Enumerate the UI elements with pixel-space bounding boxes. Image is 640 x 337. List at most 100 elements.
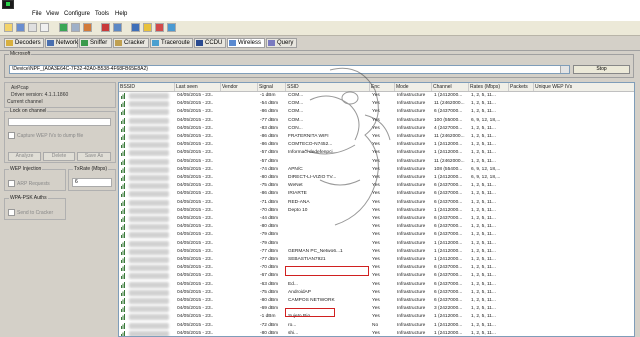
cell-ssid: COMTECO-N7452...	[288, 142, 333, 148]
arp-requests-option[interactable]: ARP Requests	[8, 180, 50, 187]
lock-icon[interactable]	[143, 23, 152, 32]
settings-icon[interactable]	[113, 23, 122, 32]
tab-network[interactable]: Network	[45, 38, 78, 48]
table-row[interactable]: 04/05/2015 - 23.. -77 dBm GERMAN PC_Netwo6…	[119, 248, 634, 256]
redacted-bssid	[129, 273, 169, 280]
networks-table: BSSID Last seen Vendor Signal SSID Enc M…	[118, 82, 635, 337]
tab-sniffer[interactable]: Sniffer	[79, 38, 112, 48]
col-packets[interactable]: Packets	[509, 83, 534, 91]
cell-seen: 04/05/2015 - 23..	[177, 142, 214, 148]
col-last-seen[interactable]: Last seen	[175, 83, 221, 91]
menu-view[interactable]: View	[46, 11, 59, 17]
col-bssid[interactable]: BSSID	[119, 83, 175, 91]
cell-signal: -80 dBm	[260, 298, 279, 303]
table-row[interactable]: 04/05/2015 - 23.. -86 dBm COMTECO-N7452...…	[119, 141, 634, 149]
col-mode[interactable]: Mode	[395, 83, 432, 91]
table-row[interactable]: 04/05/2015 - 23.. -79 dBm Yes Infrastructur…	[119, 240, 634, 248]
capture-icon[interactable]	[28, 23, 37, 32]
tab-ccdu[interactable]: CCDU	[194, 38, 226, 48]
cell-seen: 04/05/2015 - 23..	[177, 158, 214, 164]
table-row[interactable]: 04/05/2015 - 23.. -74 dBm APN/C Yes Infrastr…	[119, 166, 634, 174]
col-vendor[interactable]: Vendor	[221, 83, 258, 91]
cell-ssid: GERMAN PC_Netwo6...1	[288, 248, 343, 254]
cell-enc: Yes	[372, 117, 380, 123]
table-row[interactable]: 04/05/2015 - 23.. -44 dBm Yes Infrastructur…	[119, 215, 634, 223]
send-checkbox[interactable]	[8, 209, 15, 216]
cell-mode: Infrastructure	[397, 306, 426, 312]
help-icon[interactable]	[167, 23, 176, 32]
image-icon[interactable]	[83, 23, 92, 32]
cell-enc: Yes	[372, 232, 380, 238]
tab-wireless[interactable]: Wireless	[227, 38, 265, 48]
analyze-button[interactable]: Analyze	[8, 152, 41, 161]
capture-checkbox[interactable]	[8, 132, 15, 139]
tab-traceroute[interactable]: Traceroute	[150, 38, 193, 48]
table-row[interactable]: 04/05/2015 - 23.. -70 dBm Yes Infrastructur…	[119, 264, 634, 272]
col-ssid[interactable]: SSID	[286, 83, 370, 91]
chevron-down-icon[interactable]	[560, 66, 569, 73]
stop-icon[interactable]	[155, 23, 164, 32]
table-row[interactable]: 04/05/2015 - 23.. -86 dBm IRIARTE Yes Infras…	[119, 190, 634, 198]
cell-enc: Yes	[372, 158, 380, 164]
cell-rates: 1, 2, 5, 11...	[471, 322, 496, 328]
table-row[interactable]: 04/05/2015 - 23.. -80 dBm Yes Infrastructur…	[119, 223, 634, 231]
menu-tools[interactable]: Tools	[95, 11, 109, 17]
tab-query[interactable]: Query	[266, 38, 297, 48]
table-row[interactable]: 04/05/2015 - 23.. -77 dBm SEBASTIAN7921 Yes…	[119, 256, 634, 264]
cell-enc: No	[372, 322, 379, 328]
add-icon[interactable]	[59, 23, 68, 32]
menu-help[interactable]: Help	[115, 11, 127, 17]
cell-seen: 04/05/2015 - 23..	[177, 273, 214, 279]
wifi-signal-icon	[121, 150, 125, 157]
network-tool-icon[interactable]	[131, 23, 140, 32]
col-enc[interactable]: Enc	[370, 83, 395, 91]
table-row[interactable]: 04/05/2015 - 23.. -70 dBm Depto 10 Yes Infra…	[119, 207, 634, 215]
stop-button[interactable]: Stop	[573, 65, 630, 74]
txrate-select[interactable]: 6	[72, 178, 112, 187]
redacted-bssid	[129, 298, 169, 304]
table-row[interactable]: 04/05/2015 - 23.. -80 dBm shi... Yes Infrast…	[119, 330, 634, 336]
table-row[interactable]: 04/05/2015 - 23.. -77 dBm COM... Yes Infrast…	[119, 117, 634, 125]
lock-channel-select[interactable]	[8, 118, 111, 126]
cell-enc: Yes	[372, 257, 380, 262]
table-row[interactable]: 04/05/2015 - 23.. -1 dBm Sujeto Rio Yes Infr…	[119, 313, 634, 321]
table-row[interactable]: 04/05/2015 - 23.. -83 dBm CON... Yes Infrast…	[119, 125, 634, 133]
menu-configure[interactable]: Configure	[64, 11, 90, 17]
table-row[interactable]: 04/05/2015 - 23.. -72 dBm ro... No Infrastru…	[119, 322, 634, 330]
save-icon[interactable]	[16, 23, 25, 32]
delete-button[interactable]: Delete	[43, 152, 75, 161]
table-row[interactable]: 04/05/2015 - 23.. -80 dBm DIRECT-LI-VIZIO …	[119, 174, 634, 182]
open-icon[interactable]	[4, 23, 13, 32]
capture-ivs-option[interactable]: Capture WEP IVs to dump file	[8, 132, 83, 139]
tab-decoders[interactable]: Decoders	[4, 38, 44, 48]
table-row[interactable]: 04/05/2015 - 23.. -54 dBm COM... Yes Infrast…	[119, 100, 634, 108]
col-rates[interactable]: Rates (Mbps)	[469, 83, 509, 91]
table-row[interactable]: 04/05/2015 - 23.. -86 dBm COM... Yes Infrast…	[119, 108, 634, 116]
table-row[interactable]: 04/05/2015 - 23.. -57 dBm Yes Infrastructur…	[119, 158, 634, 166]
adapter-select[interactable]: \Device\NPF_{A0A3E64C-7F32-42A0-B538-4F6…	[9, 65, 570, 74]
col-unique-wep-ivs[interactable]: Unique WEP IVs	[534, 83, 634, 91]
col-channel[interactable]: Channel	[432, 83, 469, 91]
table-row[interactable]: 04/05/2015 - 23.. -69 dBm Yes Infrastructur…	[119, 305, 634, 313]
save-as-button[interactable]: Save As	[77, 152, 111, 161]
table-row[interactable]: 04/05/2015 - 23.. -79 dBm Yes Infrastructur…	[119, 231, 634, 239]
send-to-cracker-option[interactable]: Send to Cracker	[8, 209, 53, 216]
cell-mode: Infrastructure	[397, 216, 426, 221]
table-row[interactable]: 04/05/2015 - 23.. -75 dBm WeNet Yes Infrastr…	[119, 182, 634, 190]
table-row[interactable]: 04/05/2015 - 23.. -71 dBm RED-ANA Yes Infras…	[119, 199, 634, 207]
col-signal[interactable]: Signal	[258, 83, 286, 91]
table-row[interactable]: 04/05/2015 - 23.. -57 dBm Informaci dedefe…	[119, 149, 634, 157]
table-row[interactable]: 04/05/2015 - 23.. -1 dBm COM... Yes Infrastr…	[119, 92, 634, 100]
grid-icon[interactable]	[71, 23, 80, 32]
table-row[interactable]: 04/05/2015 - 23.. -80 dBm CAMPOS NETWORK Ye…	[119, 297, 634, 305]
arp-checkbox[interactable]	[8, 180, 15, 187]
table-row[interactable]: 04/05/2015 - 23.. -86 dBm FRATERNITA WIFI Y…	[119, 133, 634, 141]
cell-channel: 1 (2412000...	[434, 93, 463, 98]
table-row[interactable]: 04/05/2015 - 23.. -75 dBm AndroidAP Yes Infr…	[119, 289, 634, 297]
chart-icon[interactable]	[101, 23, 110, 32]
tab-cracker[interactable]: Cracker	[113, 38, 149, 48]
table-row[interactable]: 04/05/2015 - 23.. -63 dBm Ed... Yes Infrastr…	[119, 281, 634, 289]
menu-file[interactable]: File	[32, 11, 42, 17]
table-row[interactable]: 04/05/2015 - 23.. -67 dBm Yes Infrastructur…	[119, 272, 634, 280]
edit-icon[interactable]	[40, 23, 49, 32]
